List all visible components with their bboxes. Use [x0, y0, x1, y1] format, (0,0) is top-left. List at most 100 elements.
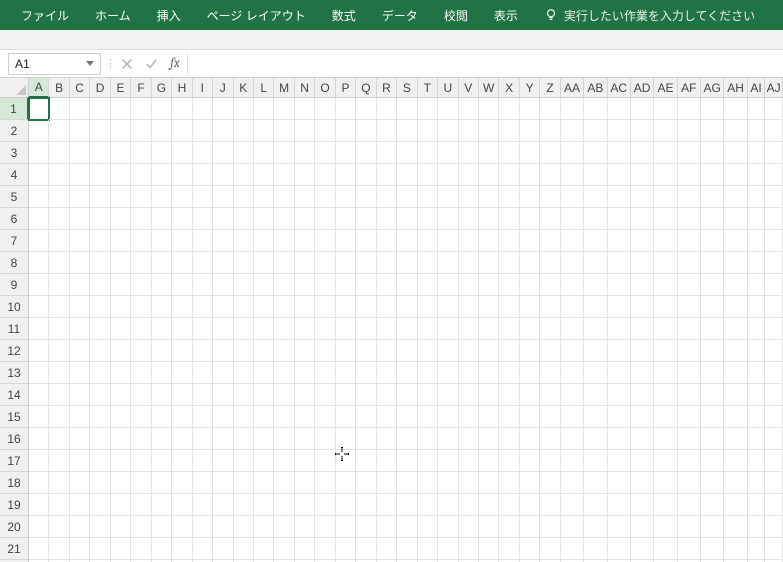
cell[interactable]	[152, 120, 172, 142]
cell[interactable]	[479, 296, 499, 318]
fx-icon[interactable]: fx	[163, 56, 187, 71]
cell[interactable]	[111, 450, 131, 472]
cell[interactable]	[479, 406, 499, 428]
cell[interactable]	[608, 296, 631, 318]
cell[interactable]	[397, 208, 417, 230]
formula-input[interactable]	[187, 53, 783, 75]
cell[interactable]	[608, 208, 631, 230]
cell[interactable]	[29, 384, 49, 406]
column-header[interactable]: F	[131, 78, 151, 97]
cell[interactable]	[499, 318, 519, 340]
cell[interactable]	[131, 362, 151, 384]
cell[interactable]	[377, 252, 397, 274]
cell[interactable]	[356, 538, 376, 560]
cell[interactable]	[356, 230, 376, 252]
cell[interactable]	[70, 252, 90, 274]
cell[interactable]	[295, 384, 315, 406]
cell[interactable]	[274, 252, 294, 274]
column-header[interactable]: AC	[608, 78, 631, 97]
cell[interactable]	[336, 142, 356, 164]
row-header[interactable]: 19	[0, 494, 28, 516]
cell[interactable]	[49, 142, 69, 164]
cell[interactable]	[765, 318, 783, 340]
cell[interactable]	[254, 538, 274, 560]
cell[interactable]	[356, 450, 376, 472]
column-header[interactable]: H	[172, 78, 192, 97]
cell[interactable]	[29, 230, 49, 252]
cell[interactable]	[295, 428, 315, 450]
cell[interactable]	[561, 494, 584, 516]
cell[interactable]	[678, 208, 701, 230]
cell[interactable]	[377, 296, 397, 318]
cell[interactable]	[295, 208, 315, 230]
cell[interactable]	[234, 296, 254, 318]
cell[interactable]	[336, 428, 356, 450]
cell[interactable]	[438, 164, 458, 186]
cell[interactable]	[561, 362, 584, 384]
cell[interactable]	[654, 362, 677, 384]
cell[interactable]	[438, 450, 458, 472]
cell[interactable]	[131, 98, 151, 120]
cell[interactable]	[234, 494, 254, 516]
cell[interactable]	[29, 208, 49, 230]
cell[interactable]	[418, 208, 438, 230]
cell[interactable]	[29, 406, 49, 428]
cell[interactable]	[701, 472, 724, 494]
cell[interactable]	[254, 516, 274, 538]
cell[interactable]	[70, 120, 90, 142]
cell[interactable]	[152, 318, 172, 340]
cell[interactable]	[584, 384, 607, 406]
cell[interactable]	[274, 186, 294, 208]
cell[interactable]	[678, 186, 701, 208]
cell[interactable]	[438, 296, 458, 318]
cell[interactable]	[29, 538, 49, 560]
cell[interactable]	[234, 472, 254, 494]
cell[interactable]	[459, 252, 479, 274]
cell[interactable]	[561, 296, 584, 318]
cell[interactable]	[678, 406, 701, 428]
cell[interactable]	[90, 406, 110, 428]
cell[interactable]	[213, 340, 233, 362]
cell[interactable]	[336, 208, 356, 230]
cell[interactable]	[397, 472, 417, 494]
cell[interactable]	[193, 472, 213, 494]
cell[interactable]	[152, 164, 172, 186]
cell[interactable]	[765, 340, 783, 362]
cell[interactable]	[724, 362, 747, 384]
cell[interactable]	[748, 274, 766, 296]
cell[interactable]	[479, 516, 499, 538]
cell[interactable]	[274, 384, 294, 406]
cell[interactable]	[438, 340, 458, 362]
cell[interactable]	[438, 472, 458, 494]
cell[interactable]	[540, 230, 560, 252]
cell[interactable]	[152, 494, 172, 516]
column-header[interactable]: W	[479, 78, 499, 97]
cell[interactable]	[748, 296, 766, 318]
cell[interactable]	[315, 384, 335, 406]
cell[interactable]	[397, 186, 417, 208]
cell[interactable]	[49, 516, 69, 538]
row-header[interactable]: 13	[0, 362, 28, 384]
cell[interactable]	[90, 318, 110, 340]
cell[interactable]	[631, 406, 654, 428]
cell[interactable]	[724, 406, 747, 428]
cell[interactable]	[70, 98, 90, 120]
cell[interactable]	[213, 384, 233, 406]
cell[interactable]	[131, 472, 151, 494]
cell[interactable]	[724, 472, 747, 494]
cell[interactable]	[234, 406, 254, 428]
cell[interactable]	[724, 98, 747, 120]
cell[interactable]	[193, 296, 213, 318]
cell[interactable]	[540, 472, 560, 494]
cell[interactable]	[172, 98, 192, 120]
cell[interactable]	[520, 494, 540, 516]
cell[interactable]	[193, 120, 213, 142]
cell[interactable]	[111, 406, 131, 428]
cell[interactable]	[70, 274, 90, 296]
cell[interactable]	[336, 318, 356, 340]
cell[interactable]	[561, 252, 584, 274]
cell[interactable]	[724, 450, 747, 472]
cell[interactable]	[678, 516, 701, 538]
cell[interactable]	[356, 274, 376, 296]
cell[interactable]	[377, 142, 397, 164]
